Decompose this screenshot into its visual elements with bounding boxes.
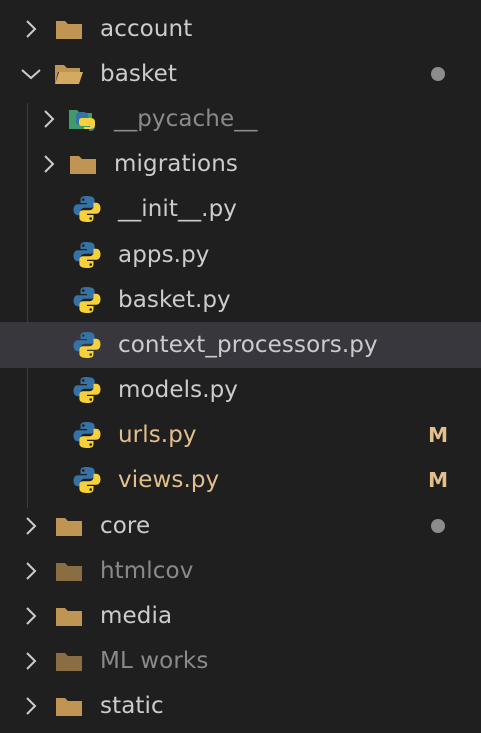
tree-item-basket-py[interactable]: basket.py bbox=[0, 277, 481, 322]
tree-item-pycache[interactable]: __pycache__ bbox=[0, 96, 481, 141]
tree-item-init-py[interactable]: __init__.py bbox=[0, 187, 481, 232]
tree-item-migrations[interactable]: migrations bbox=[0, 142, 481, 187]
python-icon bbox=[70, 418, 104, 452]
chevron-right-icon[interactable] bbox=[18, 513, 44, 539]
tree-item-views-py[interactable]: views.py M bbox=[0, 458, 481, 503]
tree-item-label: __pycache__ bbox=[114, 105, 258, 132]
tree-item-label: basket bbox=[100, 60, 177, 87]
tree-item-urls-py[interactable]: urls.py M bbox=[0, 413, 481, 458]
chevron-right-icon[interactable] bbox=[18, 558, 44, 584]
tree-item-htmlcov[interactable]: htmlcov bbox=[0, 548, 481, 593]
file-explorer-tree: account basket __pycache__ migrations __… bbox=[0, 0, 481, 733]
folder-icon bbox=[52, 509, 86, 543]
tree-item-label: urls.py bbox=[118, 422, 197, 449]
tree-item-label: views.py bbox=[118, 467, 220, 494]
folder-icon bbox=[66, 147, 100, 181]
tree-item-label: apps.py bbox=[118, 241, 210, 268]
tree-item-context-processors-py[interactable]: context_processors.py bbox=[0, 322, 481, 368]
folder-icon bbox=[52, 644, 86, 678]
git-modified-badge: M bbox=[428, 423, 448, 448]
tree-item-label: account bbox=[100, 15, 193, 42]
tree-item-label: static bbox=[100, 693, 164, 720]
tree-item-label: core bbox=[100, 512, 151, 539]
tree-item-label: ML works bbox=[100, 648, 209, 675]
tree-item-media[interactable]: media bbox=[0, 593, 481, 638]
python-cache-folder-icon bbox=[66, 102, 100, 136]
chevron-right-icon[interactable] bbox=[36, 151, 62, 177]
tree-item-label: __init__.py bbox=[118, 196, 237, 223]
tree-item-basket[interactable]: basket bbox=[0, 51, 481, 96]
folder-icon bbox=[52, 12, 86, 46]
modified-dot-indicator bbox=[431, 66, 445, 81]
tree-item-account[interactable]: account bbox=[0, 6, 481, 51]
tree-item-label: models.py bbox=[118, 377, 239, 404]
python-icon bbox=[70, 283, 104, 317]
chevron-down-icon[interactable] bbox=[18, 61, 44, 87]
tree-item-static[interactable]: static bbox=[0, 684, 481, 729]
python-icon bbox=[70, 373, 104, 407]
tree-item-models-py[interactable]: models.py bbox=[0, 368, 481, 413]
python-icon bbox=[70, 463, 104, 497]
python-icon bbox=[70, 238, 104, 272]
python-icon bbox=[70, 192, 104, 226]
chevron-right-icon[interactable] bbox=[18, 603, 44, 629]
folder-icon bbox=[52, 599, 86, 633]
modified-dot-indicator bbox=[431, 518, 445, 533]
tree-item-label: htmlcov bbox=[100, 557, 194, 584]
tree-item-label: media bbox=[100, 603, 173, 630]
folder-icon bbox=[52, 689, 86, 723]
tree-item-label: migrations bbox=[114, 151, 238, 178]
tree-item-ml-works[interactable]: ML works bbox=[0, 639, 481, 684]
python-icon bbox=[70, 328, 104, 362]
folder-open-icon bbox=[52, 57, 86, 91]
chevron-right-icon[interactable] bbox=[18, 693, 44, 719]
chevron-right-icon[interactable] bbox=[36, 106, 62, 132]
folder-icon bbox=[52, 554, 86, 588]
chevron-right-icon[interactable] bbox=[18, 648, 44, 674]
tree-item-label: context_processors.py bbox=[118, 331, 378, 358]
git-modified-badge: M bbox=[428, 468, 448, 493]
tree-item-core[interactable]: core bbox=[0, 503, 481, 548]
tree-item-label: basket.py bbox=[118, 286, 231, 313]
chevron-right-icon[interactable] bbox=[18, 16, 44, 42]
tree-item-apps-py[interactable]: apps.py bbox=[0, 232, 481, 277]
